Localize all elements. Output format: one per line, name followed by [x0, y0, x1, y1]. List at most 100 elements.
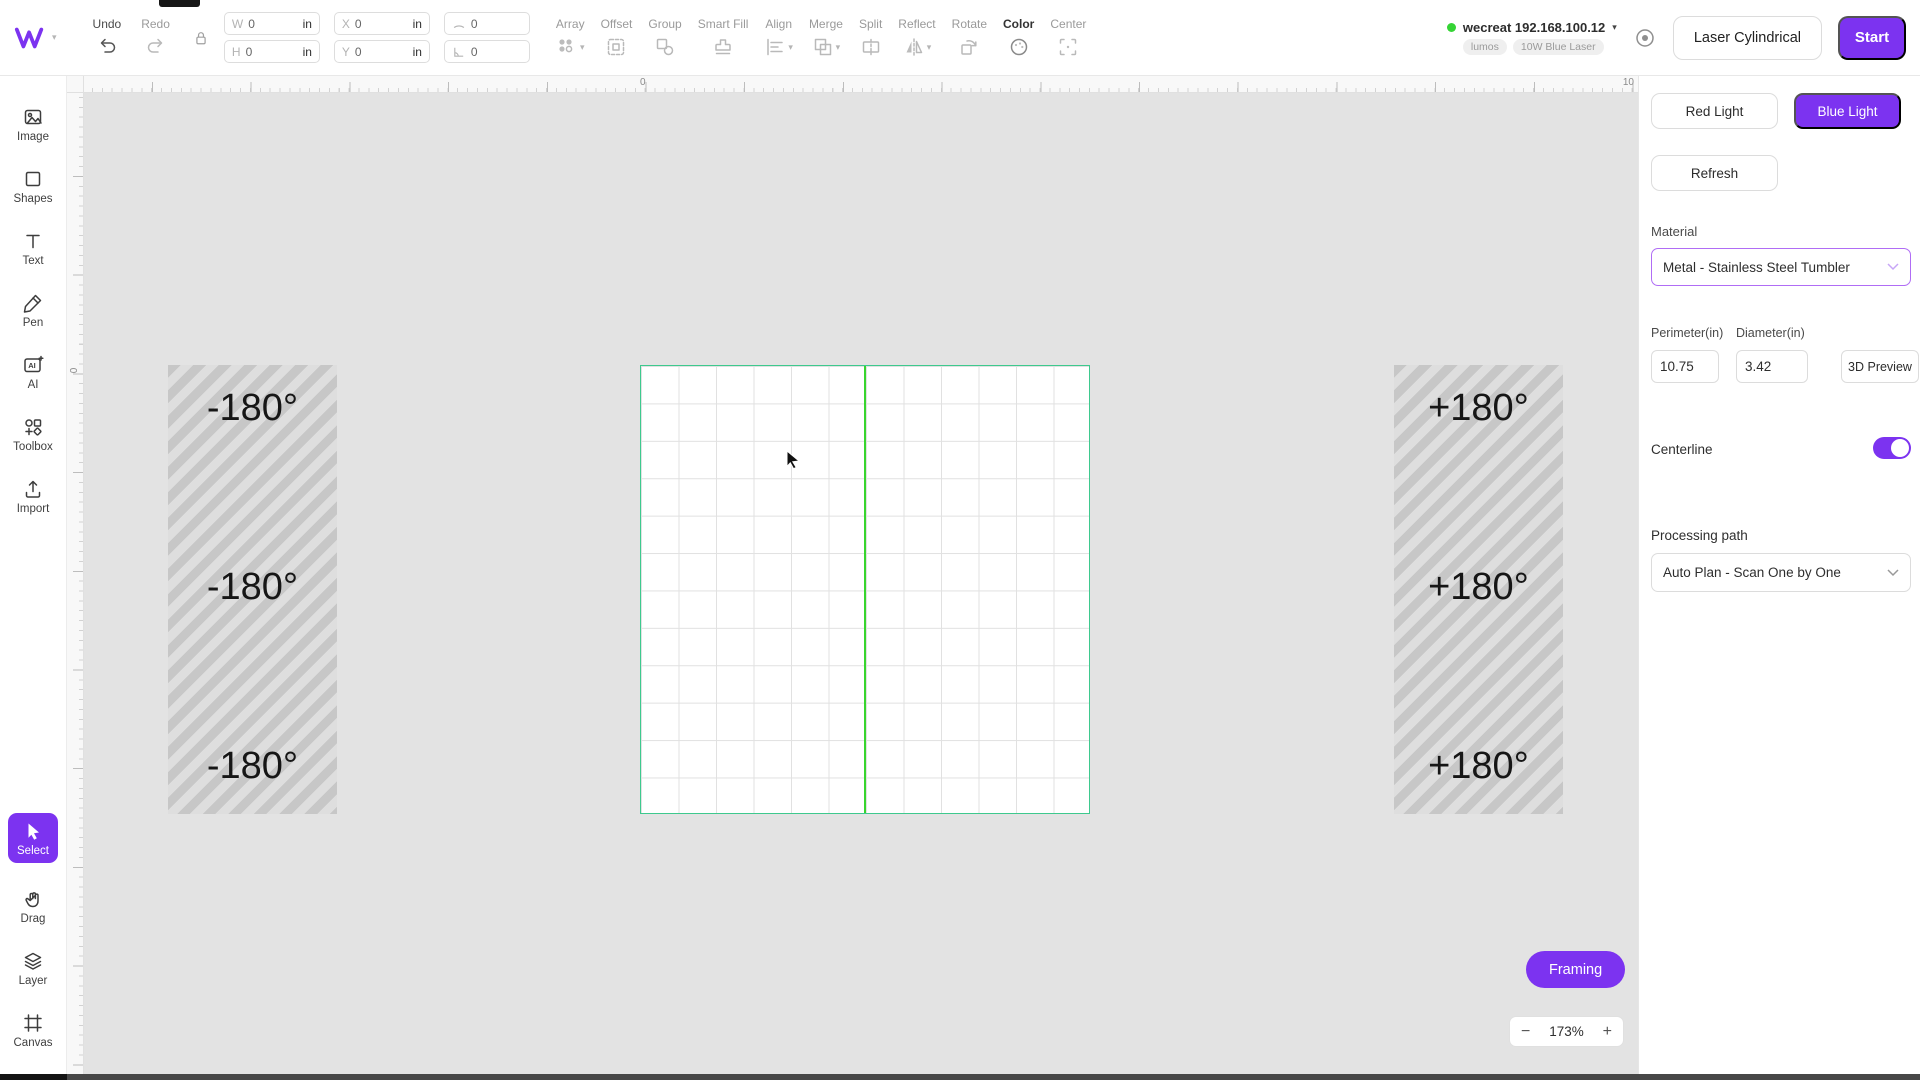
canvas-frame-icon: [22, 1012, 44, 1034]
tool-rotate[interactable]: Rotate: [952, 17, 987, 58]
align-chevron-icon: ▾: [788, 42, 793, 53]
sidebar-item-canvas[interactable]: Canvas: [5, 1012, 61, 1049]
sidebar-item-ai[interactable]: AI AI: [5, 354, 61, 391]
arc-value: 0: [471, 17, 522, 31]
lock-aspect-icon[interactable]: [192, 28, 210, 48]
redo-icon: [145, 36, 167, 58]
ruler-mark-zero-vertical: 0: [69, 363, 80, 378]
merge-chevron-icon: ▾: [836, 42, 841, 53]
width-field[interactable]: W 0 in: [224, 12, 320, 35]
chevron-down-icon: [1887, 263, 1899, 271]
processing-path-select[interactable]: Auto Plan - Scan One by One: [1651, 553, 1911, 592]
sidebar-item-drag[interactable]: Drag: [5, 888, 61, 925]
height-unit: in: [303, 45, 312, 59]
horizontal-ruler: 0 10: [84, 76, 1638, 93]
framing-button[interactable]: Framing: [1526, 951, 1625, 988]
undo-button[interactable]: Undo: [93, 17, 122, 58]
reflect-icon: [903, 36, 925, 58]
tool-offset[interactable]: Offset: [601, 17, 633, 58]
sidebar-item-import[interactable]: Import: [5, 478, 61, 515]
centerline-label: Centerline: [1651, 442, 1713, 457]
redo-button[interactable]: Redo: [141, 17, 170, 58]
angle-label: -180°: [207, 566, 298, 609]
height-field[interactable]: H 0 in: [224, 40, 320, 63]
preview-3d-button[interactable]: 3D Preview: [1841, 350, 1919, 383]
sidebar-item-layer[interactable]: Layer: [5, 950, 61, 987]
height-label: H: [232, 45, 241, 59]
tool-center[interactable]: Center: [1050, 17, 1086, 58]
import-icon: [22, 478, 44, 500]
ruler-corner: [67, 76, 84, 93]
width-unit: in: [303, 17, 312, 31]
sidebar-label: Pen: [23, 317, 43, 329]
layers-icon: [22, 950, 44, 972]
width-label: W: [232, 17, 243, 31]
tool-group[interactable]: Group: [648, 17, 681, 58]
sidebar-item-shapes[interactable]: Shapes: [5, 168, 61, 205]
refresh-button[interactable]: Refresh: [1651, 155, 1778, 191]
sidebar-label: Drag: [21, 913, 46, 925]
sidebar-item-select[interactable]: Select: [8, 813, 58, 863]
start-button[interactable]: Start: [1838, 16, 1906, 60]
angle-label: -180°: [207, 745, 298, 788]
workspace-canvas[interactable]: -180° -180° -180° +180° +180° +180° Fram…: [84, 93, 1638, 1074]
logo-chevron-icon: ▾: [52, 32, 57, 43]
angle-label: +180°: [1428, 566, 1529, 609]
tool-reflect[interactable]: Reflect ▾: [898, 17, 935, 58]
tool-smart-fill[interactable]: Smart Fill: [698, 17, 749, 58]
split-icon: [860, 36, 882, 58]
x-position-field[interactable]: X 0 in: [334, 12, 430, 35]
blue-light-button[interactable]: Blue Light: [1794, 93, 1901, 129]
material-select[interactable]: Metal - Stainless Steel Tumbler: [1651, 248, 1911, 286]
merge-icon: [812, 36, 834, 58]
perimeter-label: Perimeter(in): [1651, 326, 1723, 340]
tool-align[interactable]: Align ▾: [764, 17, 793, 58]
rotation-angle-field[interactable]: 0: [444, 40, 530, 63]
tool-color[interactable]: Color: [1003, 17, 1034, 58]
x-unit: in: [413, 17, 422, 31]
device-info[interactable]: wecreat 192.168.100.12 ▾ lumos 10W Blue …: [1447, 20, 1617, 55]
device-camera-icon[interactable]: [1633, 26, 1657, 50]
laser-cylindrical-button[interactable]: Laser Cylindrical: [1673, 16, 1822, 60]
wecreat-logo-icon: [14, 25, 46, 51]
y-position-field[interactable]: Y 0 in: [334, 40, 430, 63]
array-icon: [556, 36, 578, 58]
tool-merge[interactable]: Merge ▾: [809, 17, 843, 58]
centerline-guide: [864, 366, 866, 813]
zoom-level[interactable]: 173%: [1549, 1024, 1584, 1039]
settings-panel: Red Light Blue Light Refresh Material Me…: [1638, 76, 1920, 1074]
sidebar-label: AI: [28, 379, 39, 391]
sidebar-label: Toolbox: [13, 441, 53, 453]
text-icon: [22, 230, 44, 252]
angle-value: 0: [471, 45, 522, 59]
centerline-toggle[interactable]: [1873, 437, 1911, 459]
sidebar-item-image[interactable]: Image: [5, 106, 61, 143]
undo-label: Undo: [93, 17, 122, 31]
bottom-scrollbar[interactable]: [0, 1074, 1920, 1080]
height-value: 0: [246, 45, 298, 59]
app-logo[interactable]: ▾: [14, 25, 57, 51]
tool-array[interactable]: Array ▾: [556, 17, 585, 58]
pen-icon: [22, 292, 44, 314]
sidebar-item-toolbox[interactable]: Toolbox: [5, 416, 61, 453]
zoom-out-button[interactable]: −: [1521, 1024, 1530, 1040]
reflect-chevron-icon: ▾: [927, 42, 932, 53]
material-label: Material: [1651, 224, 1697, 239]
perimeter-input[interactable]: [1651, 350, 1719, 383]
tool-split[interactable]: Split: [859, 17, 882, 58]
ruler-mark-zero: 0: [640, 77, 646, 88]
sidebar-item-pen[interactable]: Pen: [5, 292, 61, 329]
zoom-in-button[interactable]: +: [1603, 1024, 1612, 1040]
corner-radius-field[interactable]: 0: [444, 12, 530, 35]
shapes-icon: [22, 168, 44, 190]
engraving-work-area[interactable]: [640, 365, 1090, 814]
color-palette-icon: [1008, 36, 1030, 58]
diameter-input[interactable]: [1736, 350, 1808, 383]
vertical-ruler: 0: [67, 93, 84, 1074]
align-icon: [764, 36, 786, 58]
sidebar-item-text[interactable]: Text: [5, 230, 61, 267]
processing-path-value: Auto Plan - Scan One by One: [1663, 565, 1841, 580]
toggle-knob: [1891, 439, 1909, 457]
red-light-button[interactable]: Red Light: [1651, 93, 1778, 129]
image-icon: [22, 106, 44, 128]
